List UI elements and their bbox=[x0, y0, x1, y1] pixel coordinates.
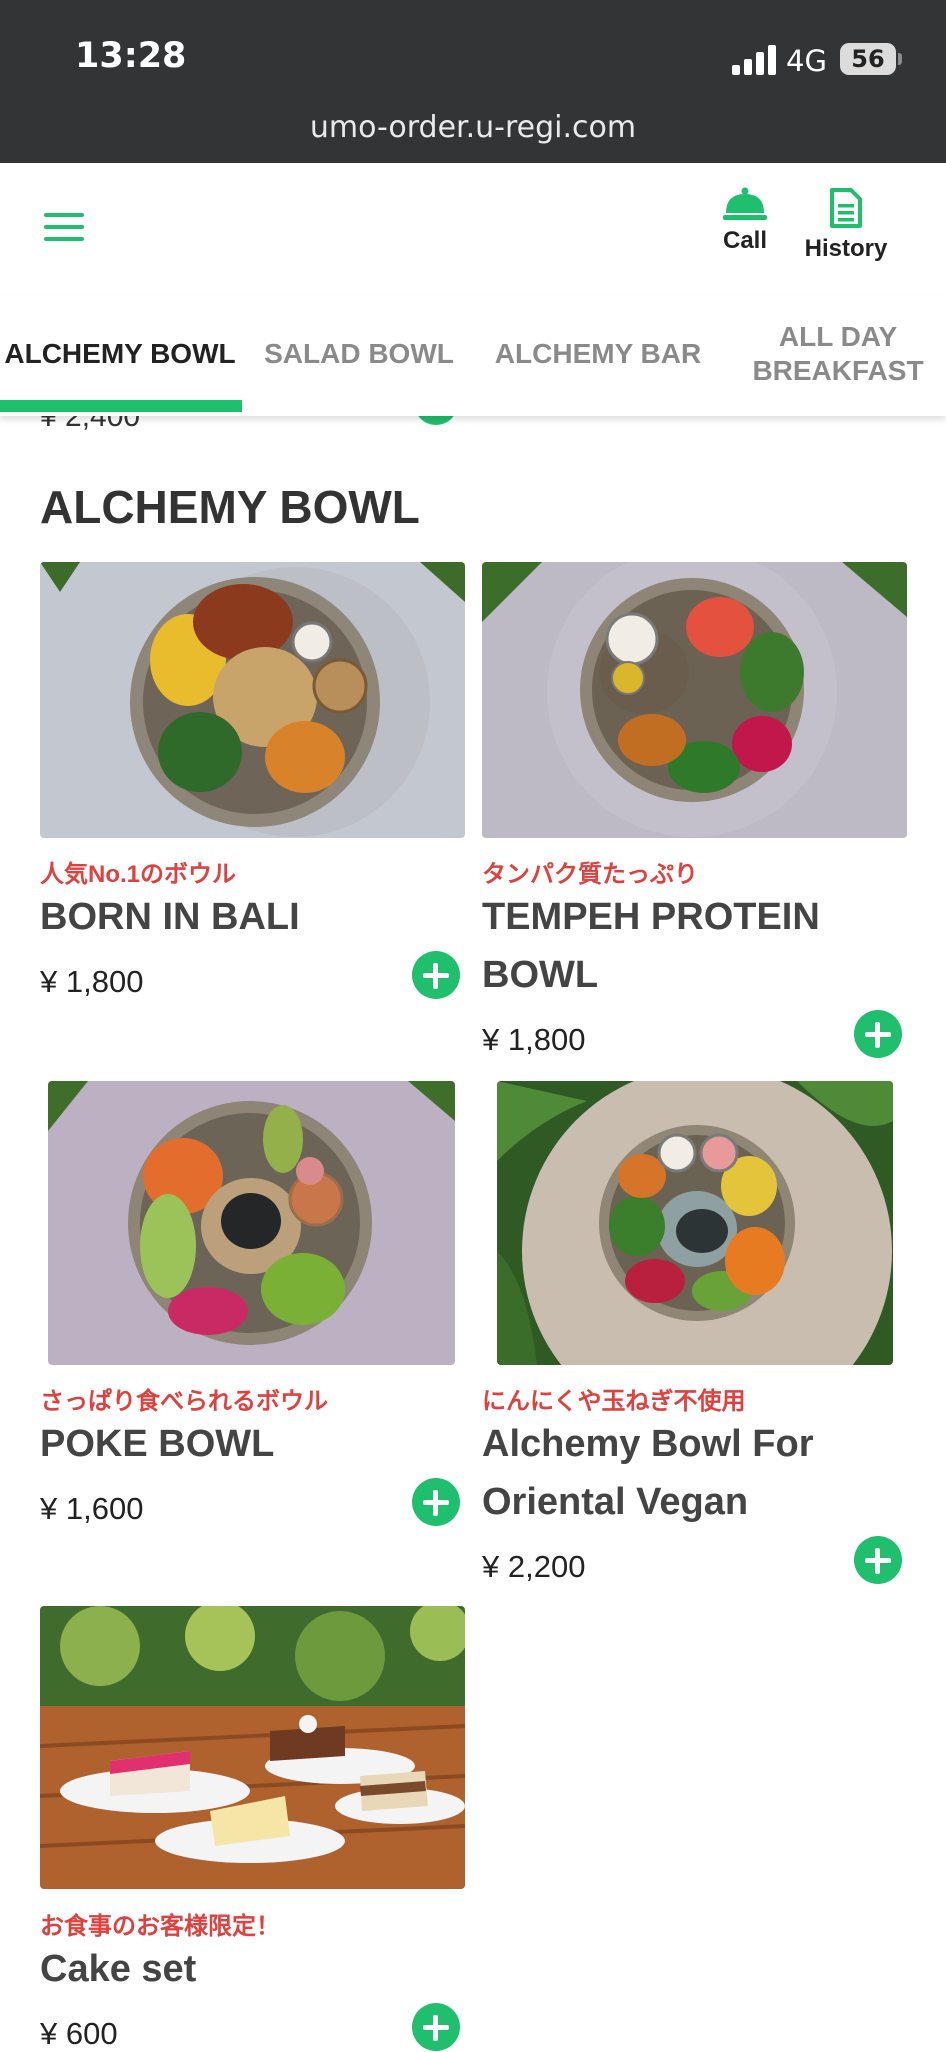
add-to-cart-button[interactable] bbox=[412, 951, 460, 999]
active-tab-indicator bbox=[0, 400, 242, 412]
menu-item-name: POKE BOWL bbox=[40, 1423, 275, 1465]
history-button[interactable]: History bbox=[796, 187, 896, 263]
menu-item-price: ¥ 1,800 bbox=[482, 1022, 586, 1057]
menu-item-price: ¥ 1,600 bbox=[40, 1491, 144, 1526]
menu-item-image[interactable] bbox=[497, 1081, 893, 1365]
tab-alchemy-bowl[interactable]: ALCHEMY BOWL bbox=[0, 314, 240, 394]
menu-item-name: TEMPEH PROTEIN BOWL bbox=[482, 896, 820, 996]
call-label: Call bbox=[722, 227, 767, 254]
document-icon bbox=[830, 188, 862, 228]
network-type: 4G bbox=[786, 44, 827, 78]
tab-salad-bowl[interactable]: SALAD BOWL bbox=[240, 314, 478, 394]
menu-item-name: Cake set bbox=[40, 1948, 197, 1990]
menu-item-tag: 人気No.1のボウル bbox=[40, 861, 237, 888]
tab-alchemy-bar[interactable]: ALCHEMY BAR bbox=[478, 314, 718, 394]
menu-item-image[interactable] bbox=[40, 1606, 465, 1889]
section-title: ALCHEMY BOWL bbox=[40, 481, 420, 533]
battery-icon: 56 bbox=[840, 43, 896, 75]
history-label: History bbox=[804, 235, 888, 262]
add-to-cart-button[interactable] bbox=[854, 1536, 902, 1584]
add-to-cart-button[interactable] bbox=[412, 1478, 460, 1526]
menu-item-tag: にんにくや玉ねぎ不使用 bbox=[482, 1388, 746, 1415]
menu-item-image[interactable] bbox=[482, 562, 907, 838]
status-time: 13:28 bbox=[75, 36, 187, 76]
battery-tip bbox=[898, 53, 902, 65]
menu-item-tag: タンパク質たっぷり bbox=[482, 861, 698, 888]
menu-item-name: Alchemy Bowl For Oriental Vegan bbox=[482, 1423, 814, 1523]
add-to-cart-button[interactable] bbox=[412, 2003, 460, 2051]
service-bell-icon bbox=[723, 187, 767, 220]
menu-item-image[interactable] bbox=[48, 1081, 455, 1365]
app-header: Call History bbox=[0, 163, 946, 296]
menu-item-price: ¥ 1,800 bbox=[40, 964, 144, 999]
menu-item-price: ¥ 600 bbox=[40, 2016, 118, 2051]
category-tabs: ALCHEMY BOWL SALAD BOWL ALCHEMY BAR ALL … bbox=[0, 296, 946, 416]
menu-item-price: ¥ 2,200 bbox=[482, 1549, 586, 1584]
add-to-cart-button[interactable] bbox=[854, 1010, 902, 1058]
menu-item-tag: さっぱり食べられるボウル bbox=[40, 1388, 328, 1415]
menu-item-name: BORN IN BALI bbox=[40, 896, 300, 938]
browser-status-bar: 13:28 4G 56 umo-order.u-regi.com bbox=[0, 0, 946, 163]
url-bar[interactable]: umo-order.u-regi.com bbox=[0, 110, 946, 145]
tab-all-day-breakfast[interactable]: ALL DAY BREAKFAST bbox=[718, 314, 946, 394]
call-button[interactable]: Call bbox=[712, 187, 778, 255]
cell-signal-icon bbox=[732, 45, 776, 75]
menu-item-image[interactable] bbox=[40, 562, 465, 838]
menu-icon[interactable] bbox=[44, 211, 84, 243]
menu-item-tag: お食事のお客様限定！ bbox=[40, 1913, 280, 1940]
